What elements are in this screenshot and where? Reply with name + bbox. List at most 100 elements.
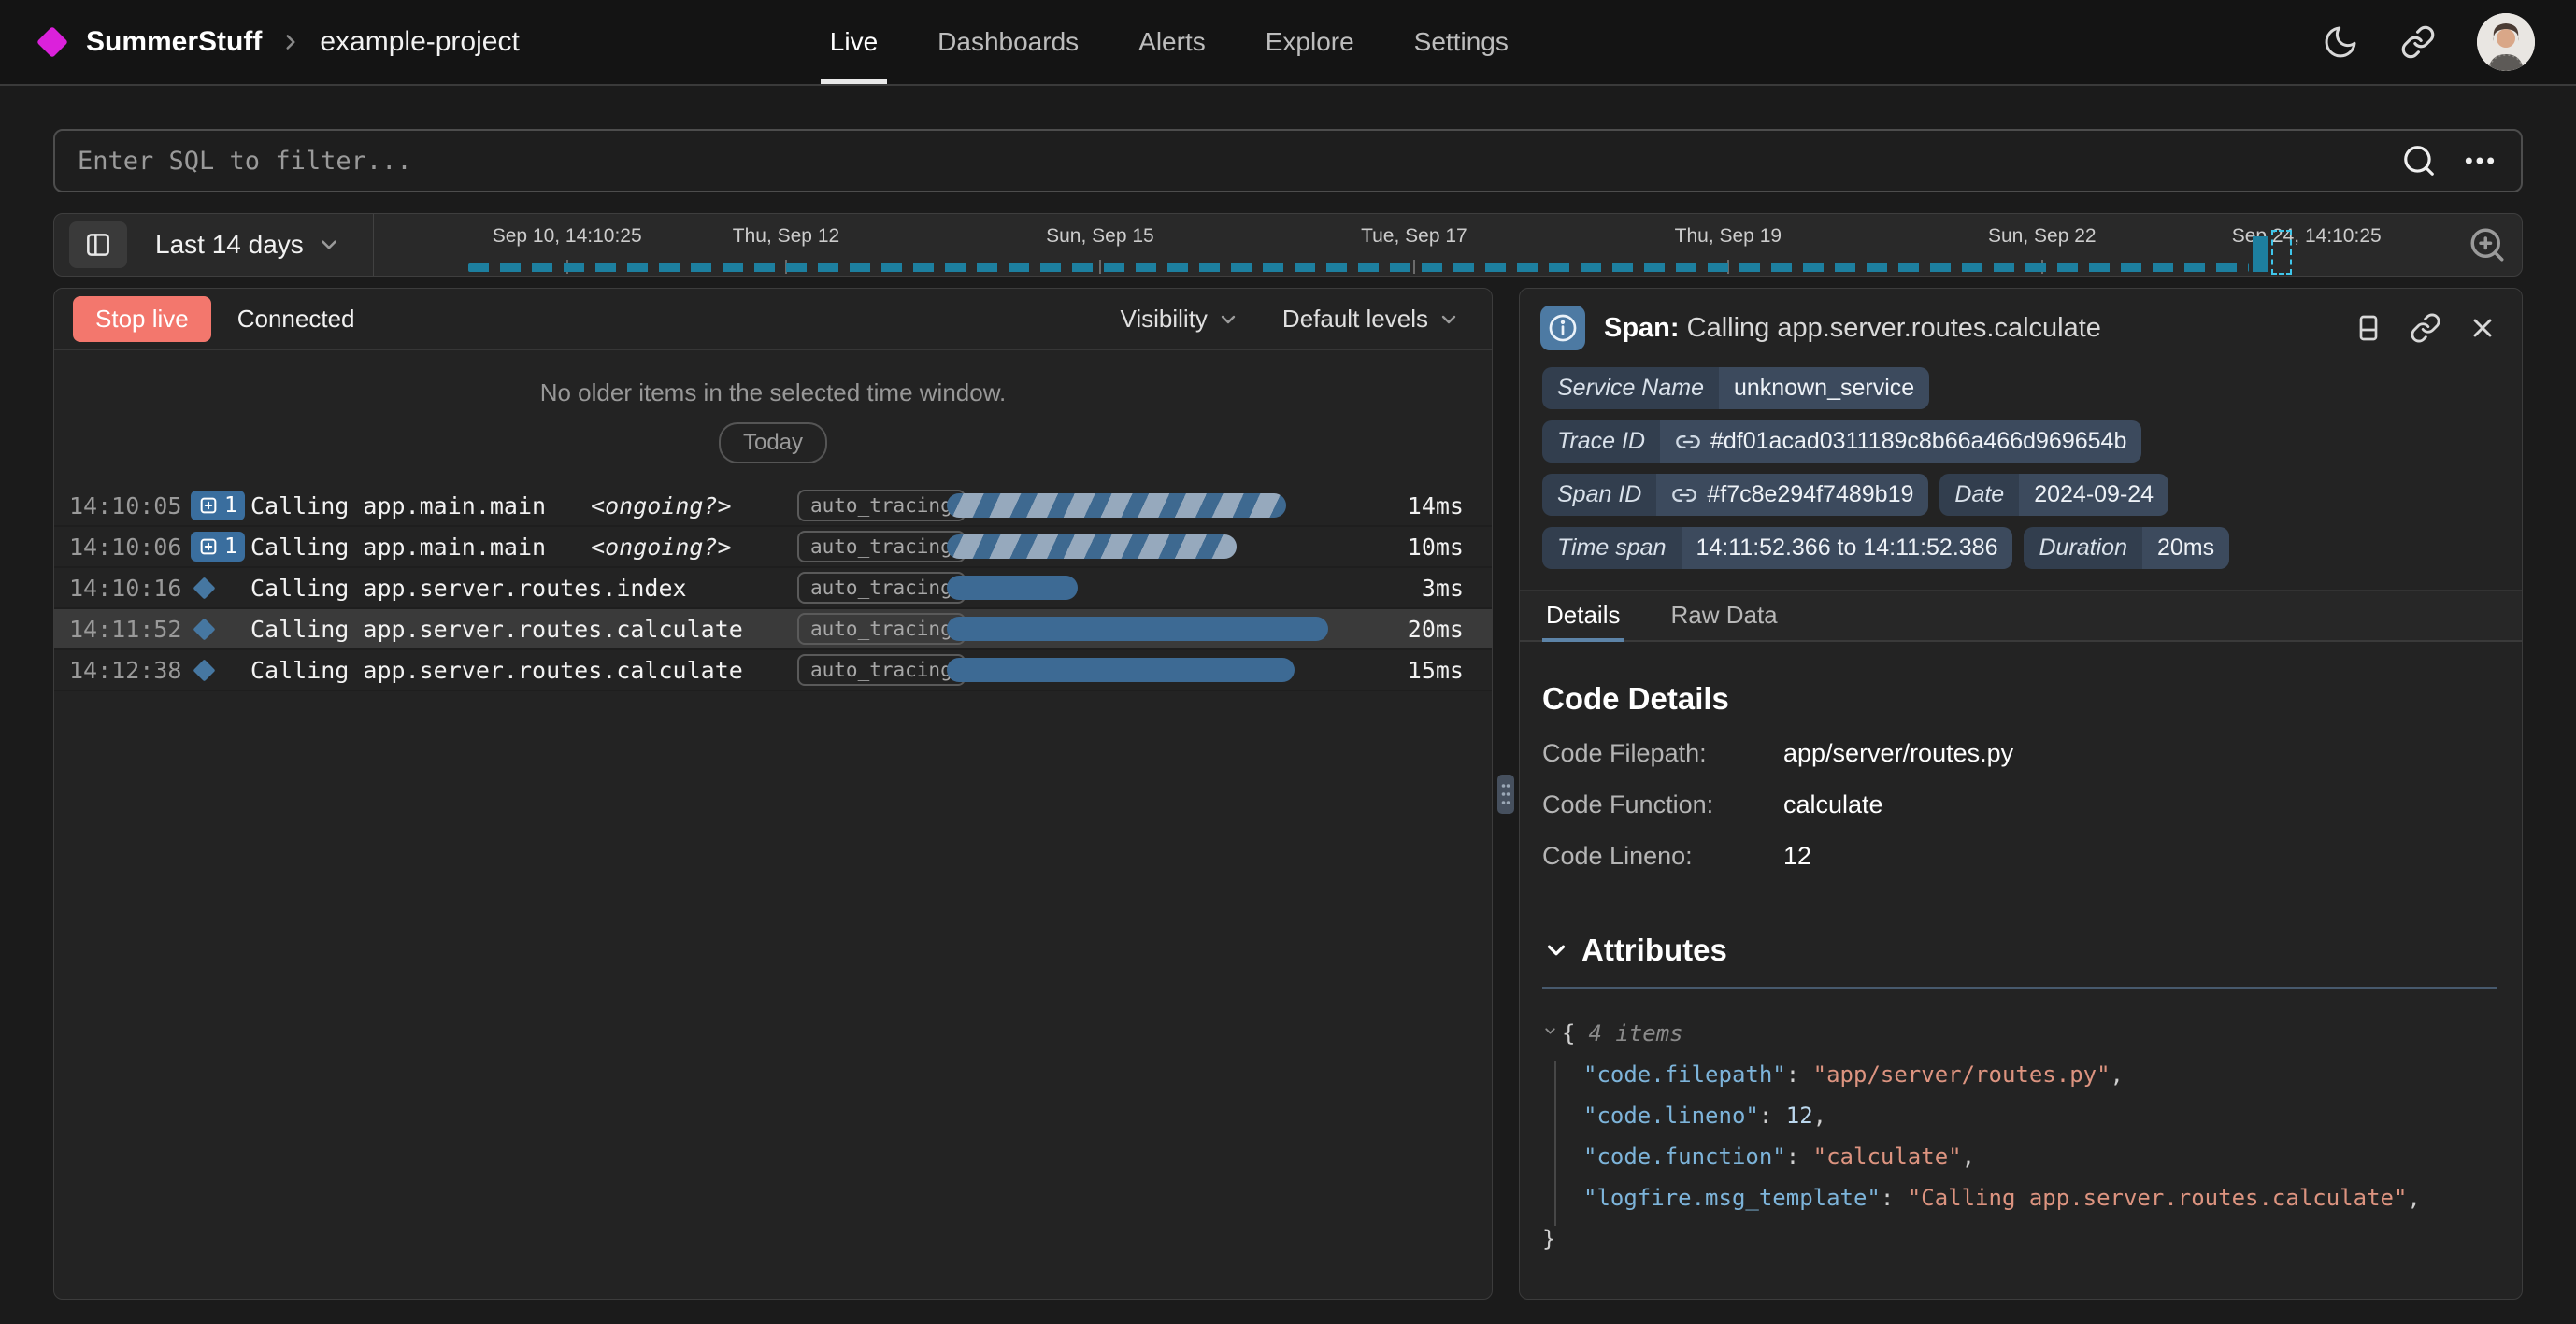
org-name[interactable]: SummerStuff <box>86 26 262 58</box>
time-range-select[interactable]: Last 14 days <box>155 230 341 260</box>
default-levels-label: Default levels <box>1282 305 1428 334</box>
date-badge[interactable]: Date 2024-09-24 <box>1939 474 2168 516</box>
code-details-heading: Code Details <box>1542 681 2497 717</box>
tag-auto-tracing[interactable]: auto_tracing <box>797 531 966 562</box>
list-item[interactable]: 14:12:38 Calling app.server.routes.calcu… <box>54 650 1492 691</box>
chevron-right-icon <box>279 30 303 54</box>
timeline-tick-label: Thu, Sep 19 <box>1675 225 1782 248</box>
span-kind-label: Span: <box>1604 313 1680 343</box>
span-list: 14:10:05 1 Calling app.main.main <ongoin… <box>54 486 1492 691</box>
breadcrumb: SummerStuff example-project <box>41 26 520 58</box>
tag-auto-tracing[interactable]: auto_tracing <box>797 490 966 521</box>
duration-bar[interactable] <box>947 658 1295 682</box>
trace-id-badge[interactable]: Trace ID #df01acad0311189c8b66a466d96965… <box>1542 420 2141 463</box>
live-panel-header: Stop live Connected Visibility Default l… <box>54 289 1492 350</box>
duration-label: 15ms <box>1361 657 1464 684</box>
sql-filter-input[interactable] <box>78 147 2401 176</box>
duration-bar[interactable] <box>947 617 1328 641</box>
live-panel: Stop live Connected Visibility Default l… <box>53 288 1493 1300</box>
dark-mode-moon-icon[interactable] <box>2322 23 2359 61</box>
timeline-track[interactable]: Sep 10, 14:10:25 Thu, Sep 12 Sun, Sep 15… <box>381 214 2447 276</box>
tag-auto-tracing[interactable]: auto_tracing <box>797 654 966 686</box>
stop-live-button[interactable]: Stop live <box>73 296 211 342</box>
panel-divider <box>1493 288 1519 1300</box>
span-timestamp: 14:11:52 <box>69 616 191 643</box>
span-message: Calling app.main.main <box>250 534 546 561</box>
divider <box>1542 987 2497 989</box>
today-button[interactable]: Today <box>719 422 827 463</box>
timeline-selection[interactable] <box>2271 230 2292 275</box>
ongoing-indicator: <ongoing?> <box>591 534 732 561</box>
detail-title: Span: Calling app.server.routes.calculat… <box>1604 313 2101 344</box>
badge-value: unknown_service <box>1719 367 1929 409</box>
default-levels-dropdown[interactable]: Default levels <box>1282 305 1460 334</box>
tab-dashboards[interactable]: Dashboards <box>908 0 1109 84</box>
tab-explore[interactable]: Explore <box>1236 0 1384 84</box>
search-icon[interactable] <box>2401 143 2437 178</box>
span-timestamp: 14:10:06 <box>69 534 191 561</box>
list-item[interactable]: 14:10:06 1 Calling app.main.main <ongoin… <box>54 527 1492 568</box>
duration-bar[interactable] <box>947 576 1078 600</box>
link-icon[interactable] <box>1671 482 1697 508</box>
detail-tabs: Details Raw Data <box>1520 590 2522 642</box>
copy-link-icon[interactable] <box>2410 312 2441 344</box>
badge-value: 20ms <box>2142 527 2229 569</box>
sidebar-toggle-icon[interactable] <box>69 221 127 268</box>
code-lineno-row: Code Lineno: 12 <box>1542 842 2497 871</box>
tab-alerts[interactable]: Alerts <box>1109 0 1236 84</box>
duration-bar[interactable] <box>947 493 1286 518</box>
close-icon[interactable] <box>2468 313 2497 343</box>
tab-details[interactable]: Details <box>1542 591 1624 640</box>
attributes-heading: Attributes <box>1581 932 1727 968</box>
chevron-down-icon <box>317 233 341 257</box>
tab-raw-data[interactable]: Raw Data <box>1667 591 1781 640</box>
badge-label: Date <box>1939 474 2019 516</box>
main-nav-tabs: Live Dashboards Alerts Explore Settings <box>800 0 1538 84</box>
attributes-section-toggle[interactable]: Attributes <box>1542 932 2497 968</box>
share-link-icon[interactable] <box>2400 24 2436 60</box>
span-message: Calling app.server.routes.calculate <box>250 616 743 643</box>
resize-grip-handle[interactable] <box>1497 775 1514 814</box>
info-icon <box>1540 306 1585 350</box>
items-count: 4 items <box>1588 1020 1682 1046</box>
duration-badge[interactable]: Duration 20ms <box>2024 527 2229 569</box>
user-avatar[interactable] <box>2477 13 2535 71</box>
top-nav: SummerStuff example-project Live Dashboa… <box>0 0 2576 86</box>
span-detail-panel: Span: Calling app.server.routes.calculat… <box>1519 288 2523 1300</box>
list-item-selected[interactable]: 14:11:52 Calling app.server.routes.calcu… <box>54 609 1492 650</box>
logo-diamond-icon[interactable] <box>36 26 68 58</box>
badge-value: 14:11:52.366 to 14:11:52.386 <box>1682 527 2013 569</box>
split-view-icon[interactable] <box>2354 313 2383 343</box>
divider <box>373 214 374 276</box>
span-timestamp: 14:12:38 <box>69 657 191 684</box>
kv-value: app/server/routes.py <box>1783 739 2013 768</box>
tab-live[interactable]: Live <box>800 0 908 84</box>
span-id-badge[interactable]: Span ID #f7c8e294f7489b19 <box>1542 474 1928 516</box>
json-root-line[interactable]: {4 items <box>1542 1013 2497 1054</box>
project-name[interactable]: example-project <box>320 26 519 58</box>
time-range-label: Last 14 days <box>155 230 304 260</box>
open-brace: { <box>1562 1020 1575 1046</box>
badge-value: 2024-09-24 <box>2019 474 2168 516</box>
expand-children-badge[interactable]: 1 <box>191 491 245 520</box>
visibility-dropdown[interactable]: Visibility <box>1120 305 1238 334</box>
span-diamond-icon <box>193 618 215 640</box>
service-name-badge[interactable]: Service Name unknown_service <box>1542 367 1929 409</box>
zoom-in-icon[interactable] <box>2468 225 2507 264</box>
list-item[interactable]: 14:10:16 Calling app.server.routes.index… <box>54 568 1492 609</box>
duration-bar[interactable] <box>947 534 1237 559</box>
span-diamond-icon <box>193 577 215 599</box>
tag-auto-tracing[interactable]: auto_tracing <box>797 572 966 604</box>
link-icon[interactable] <box>1675 429 1701 455</box>
more-options-icon[interactable] <box>2461 142 2498 179</box>
badge-label: Time span <box>1542 527 1682 569</box>
list-item[interactable]: 14:10:05 1 Calling app.main.main <ongoin… <box>54 486 1492 527</box>
json-close-line: } <box>1542 1218 2497 1260</box>
tag-auto-tracing[interactable]: auto_tracing <box>797 613 966 645</box>
expand-children-badge[interactable]: 1 <box>191 532 245 562</box>
tab-settings[interactable]: Settings <box>1384 0 1538 84</box>
child-count: 1 <box>224 493 237 518</box>
badge-label: Trace ID <box>1542 420 1660 463</box>
time-span-badge[interactable]: Time span 14:11:52.366 to 14:11:52.386 <box>1542 527 2012 569</box>
collapse-chevron-icon[interactable] <box>1542 1023 1558 1039</box>
